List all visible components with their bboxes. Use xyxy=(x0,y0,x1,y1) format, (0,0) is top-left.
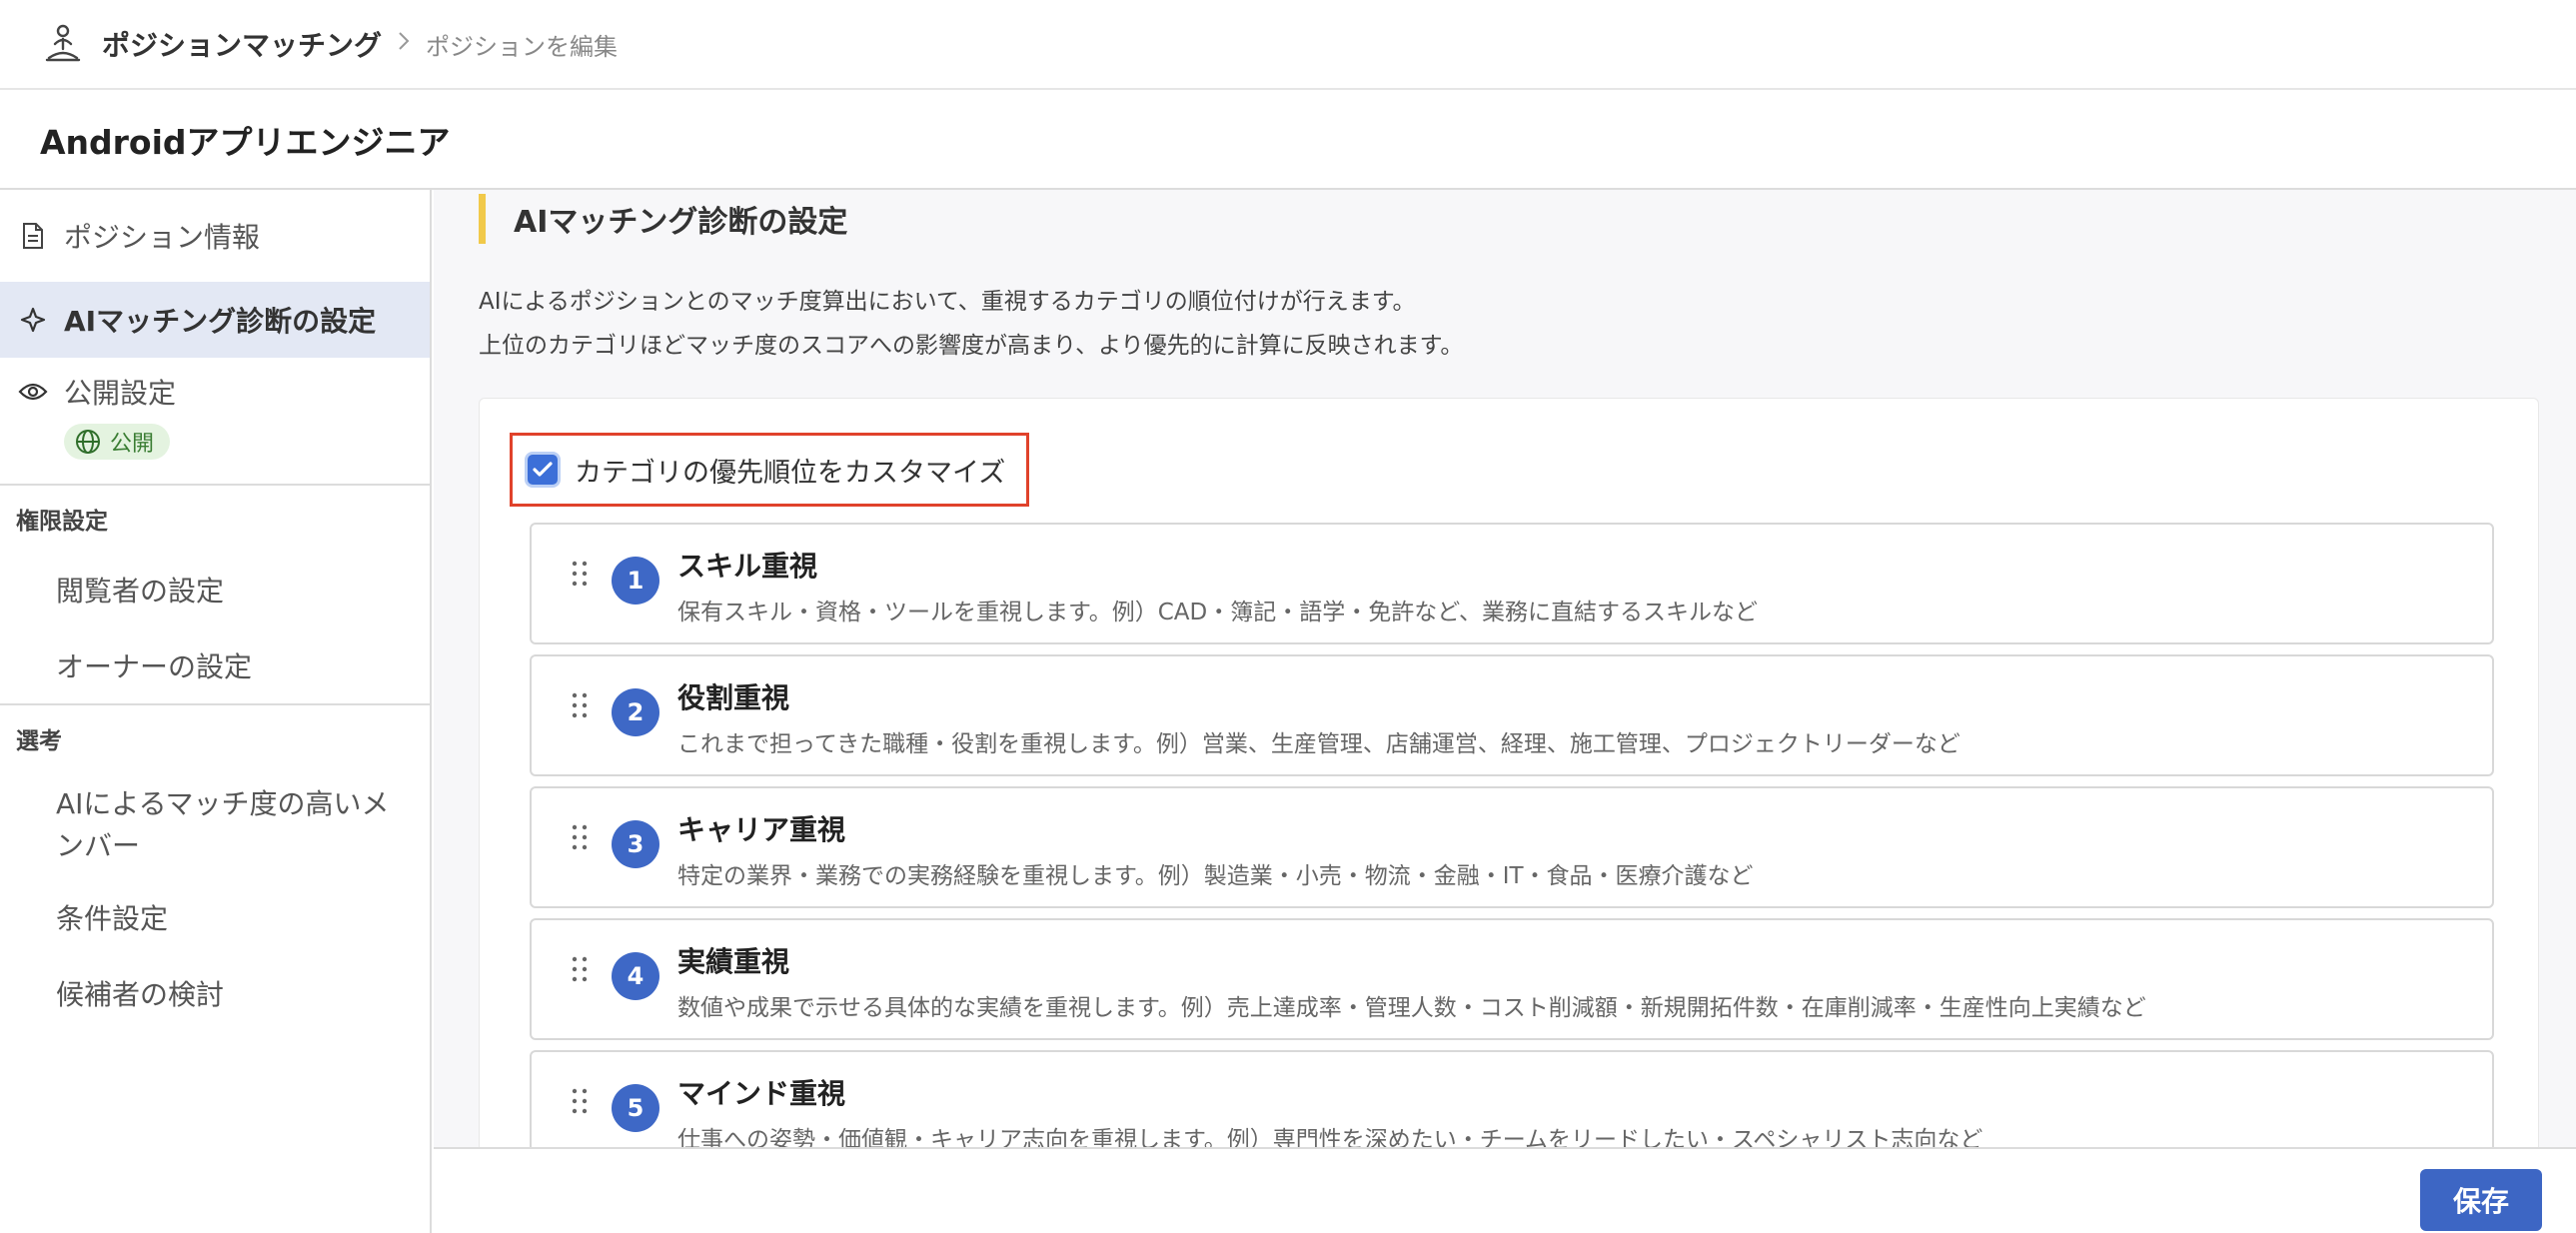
category-rank-badge: 2 xyxy=(612,688,659,736)
sidebar-item-condition-settings[interactable]: 条件設定 xyxy=(0,879,430,955)
document-icon xyxy=(18,221,48,251)
category-title: マインド重視 xyxy=(677,1077,846,1110)
description-line-1: AIによるポジションとのマッチ度算出において、重視するカテゴリの順位付けが行えま… xyxy=(479,289,1416,315)
category-item[interactable]: 2 役割重視 これまで担ってきた職種・役割を重視します。例）営業、生産管理、店舗… xyxy=(530,654,2494,776)
description-line-2: 上位のカテゴリほどマッチ度のスコアへの影響度が高まり、より優先的に計算に反映され… xyxy=(479,333,1464,359)
category-item[interactable]: 5 マインド重視 仕事への姿勢・価値観・キャリア志向を重視します。例）専門性を深… xyxy=(530,1050,2494,1147)
eye-icon xyxy=(18,377,48,407)
customize-priority-checkbox-row[interactable]: カテゴリの優先順位をカスタマイズ xyxy=(510,433,1029,507)
sidebar-item-label: 公開設定 xyxy=(64,377,177,410)
sidebar-item-publish-settings[interactable]: 公開設定 公開 xyxy=(0,358,430,486)
main-content[interactable]: AIマッチング診断の設定 AIによるポジションとのマッチ度算出において、重視する… xyxy=(434,190,2576,1147)
customize-priority-checkbox[interactable] xyxy=(525,452,561,488)
section-description: AIによるポジションとのマッチ度算出において、重視するカテゴリの順位付けが行えま… xyxy=(479,280,1463,368)
category-item[interactable]: 4 実績重視 数値や成果で示せる具体的な実績を重視します。例）売上達成率・管理人… xyxy=(530,918,2494,1040)
breadcrumb-separator-icon xyxy=(396,29,412,60)
breadcrumb-current: ポジションを編集 xyxy=(426,32,619,61)
category-rank-badge: 3 xyxy=(612,820,659,868)
category-title: スキル重視 xyxy=(677,550,818,583)
category-rank-badge: 4 xyxy=(612,952,659,1000)
category-rank-badge: 5 xyxy=(612,1084,659,1132)
sidebar-item-owner-settings[interactable]: オーナーの設定 xyxy=(0,627,430,703)
sparkle-icon xyxy=(18,305,48,335)
publish-badge-label: 公開 xyxy=(110,432,155,457)
top-bar: ポジションマッチング ポジションを編集 xyxy=(0,0,2576,90)
sidebar-item-position-info[interactable]: ポジション情報 xyxy=(0,190,430,282)
publish-status-badge: 公開 xyxy=(64,424,171,460)
category-description: 保有スキル・資格・ツールを重視します。例）CAD・簿記・語学・免許など、業務に直… xyxy=(677,600,1759,625)
category-description: これまで担ってきた職種・役割を重視します。例）営業、生産管理、店舗運営、経理、施… xyxy=(677,731,1960,757)
category-title: キャリア重視 xyxy=(677,813,846,846)
sidebar-item-label: ポジション情報 xyxy=(64,221,261,254)
page-title: Androidアプリエンジニア xyxy=(40,123,451,162)
save-button[interactable]: 保存 xyxy=(2420,1169,2542,1231)
sidebar: ポジション情報 AIマッチング診断の設定 公開設定 公開 権限設定 閲覧者の設定… xyxy=(0,190,432,1233)
globe-icon xyxy=(74,428,102,456)
sidebar-item-ai-settings[interactable]: AIマッチング診断の設定 xyxy=(0,282,430,358)
drag-handle-icon[interactable] xyxy=(570,559,590,589)
customize-priority-label: カテゴリの優先順位をカスタマイズ xyxy=(575,457,1006,489)
app-name[interactable]: ポジションマッチング xyxy=(102,24,382,64)
category-priority-card: カテゴリの優先順位をカスタマイズ 1 スキル重視 保有スキル・資格・ツールを重視… xyxy=(479,398,2539,1147)
drag-handle-icon[interactable] xyxy=(570,954,590,984)
category-item[interactable]: 1 スキル重視 保有スキル・資格・ツールを重視します。例）CAD・簿記・語学・免… xyxy=(530,523,2494,644)
meditation-person-icon xyxy=(40,21,86,67)
category-description: 仕事への姿勢・価値観・キャリア志向を重視します。例）専門性を深めたい・チームをリ… xyxy=(677,1127,1983,1147)
sidebar-item-candidate-review[interactable]: 候補者の検討 xyxy=(0,955,430,1031)
category-item[interactable]: 3 キャリア重視 特定の業界・業務での実務経験を重視します。例）製造業・小売・物… xyxy=(530,786,2494,908)
sidebar-item-high-match-members[interactable]: AIによるマッチ度の高いメンバー xyxy=(0,771,430,879)
drag-handle-icon[interactable] xyxy=(570,822,590,852)
drag-handle-icon[interactable] xyxy=(570,1086,590,1116)
category-rank-badge: 1 xyxy=(612,557,659,605)
category-title: 役割重視 xyxy=(677,681,790,714)
section-heading-permissions: 権限設定 xyxy=(16,509,108,535)
footer-bar: 保存 xyxy=(434,1147,2576,1233)
section-heading-selection: 選考 xyxy=(16,728,62,754)
drag-handle-icon[interactable] xyxy=(570,690,590,720)
category-title: 実績重視 xyxy=(677,945,790,978)
category-description: 特定の業界・業務での実務経験を重視します。例）製造業・小売・物流・金融・IT・食… xyxy=(677,863,1754,889)
section-title: AIマッチング診断の設定 xyxy=(479,194,847,244)
page-title-bar: Androidアプリエンジニア xyxy=(0,92,2576,190)
sidebar-item-viewer-settings[interactable]: 閲覧者の設定 xyxy=(0,552,430,627)
category-description: 数値や成果で示せる具体的な実績を重視します。例）売上達成率・管理人数・コスト削減… xyxy=(677,995,2146,1021)
sidebar-item-label: AIマッチング診断の設定 xyxy=(64,305,377,338)
